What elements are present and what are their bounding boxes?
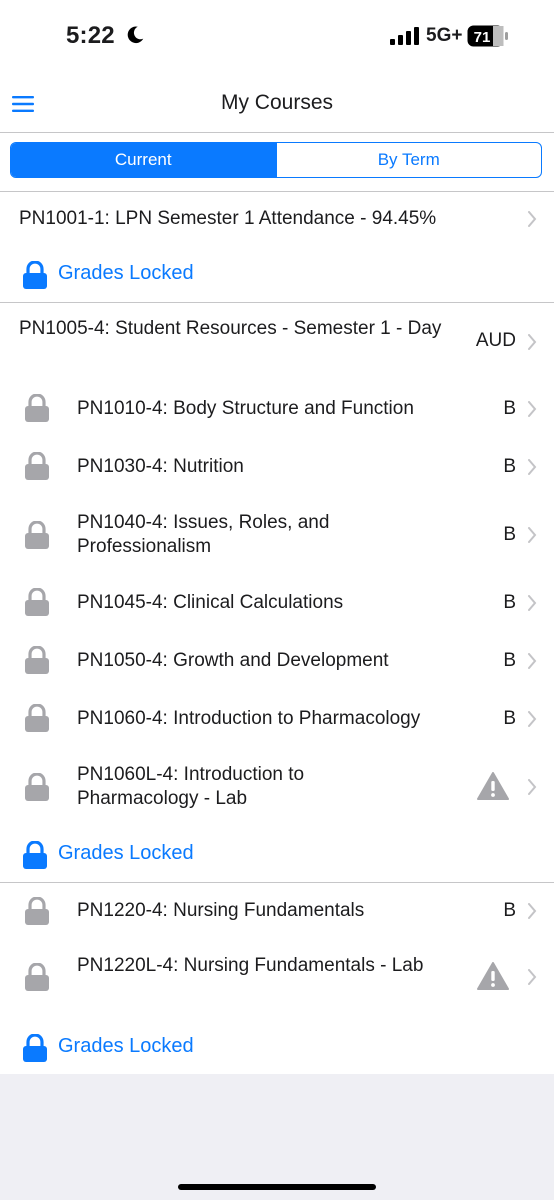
- lock-icon: [25, 646, 49, 674]
- course-row-attendance[interactable]: PN1001-1: LPN Semester 1 Attendance - 94…: [0, 192, 554, 246]
- lock-icon: [23, 261, 47, 289]
- course-row[interactable]: PN1060L-4: Introduction to Pharmacology …: [0, 748, 554, 826]
- chevron-right-icon: [528, 711, 537, 727]
- course-grade: AUD: [475, 330, 516, 351]
- course-grade: B: [503, 900, 516, 921]
- tab-current[interactable]: Current: [11, 143, 276, 177]
- course-row[interactable]: PN1040-4: Issues, Roles, and Professiona…: [0, 496, 554, 574]
- course-title: PN1060L-4: Introduction to Pharmacology …: [77, 764, 305, 809]
- battery-level: 71: [474, 29, 491, 46]
- course-list: PN1001-1: LPN Semester 1 Attendance - 94…: [0, 192, 554, 1077]
- course-title: PN1030-4: Nutrition: [77, 456, 244, 477]
- course-grade: B: [503, 456, 516, 477]
- signal-icon: [390, 27, 419, 45]
- segment-bar: Current By Term: [0, 133, 554, 192]
- course-title: PN1010-4: Body Structure and Function: [77, 398, 414, 419]
- course-title: PN1040-4: Issues, Roles, and Professiona…: [77, 512, 330, 557]
- chevron-right-icon: [528, 595, 537, 611]
- chevron-right-icon: [528, 459, 537, 475]
- course-row[interactable]: PN1060-4: Introduction to Pharmacology B: [0, 690, 554, 748]
- page-title: My Courses: [220, 91, 334, 114]
- course-row[interactable]: PN1220-4: Nursing Fundamentals B: [0, 883, 554, 939]
- lock-icon: [25, 897, 49, 925]
- list-footer-background: [0, 1074, 554, 1200]
- lock-icon: [25, 704, 49, 732]
- course-row[interactable]: PN1050-4: Growth and Development B: [0, 632, 554, 690]
- navigation-bar: My Courses: [0, 76, 554, 133]
- chevron-right-icon: [528, 334, 537, 350]
- warning-icon: [477, 962, 509, 990]
- course-row-student-resources[interactable]: PN1005-4: Student Resources - Semester 1…: [0, 303, 554, 380]
- course-grade: B: [503, 708, 516, 729]
- lock-icon: [23, 841, 47, 869]
- grades-locked-row: Grades Locked: [0, 1019, 554, 1076]
- lock-icon: [25, 521, 49, 549]
- course-row[interactable]: PN1010-4: Body Structure and Function B: [0, 380, 554, 438]
- lock-icon: [25, 773, 49, 801]
- network-type: 5G+: [426, 25, 463, 46]
- chevron-right-icon: [528, 969, 537, 985]
- course-row[interactable]: PN1220L-4: Nursing Fundamentals - Lab: [0, 939, 554, 1019]
- grades-locked-label: Grades Locked: [58, 262, 194, 284]
- course-grade: B: [503, 398, 516, 419]
- chevron-right-icon: [528, 401, 537, 417]
- status-time: 5:22: [66, 22, 115, 49]
- course-title: PN1005-4: Student Resources - Semester 1…: [19, 318, 442, 339]
- course-row[interactable]: PN1030-4: Nutrition B: [0, 438, 554, 496]
- grades-locked-label: Grades Locked: [58, 842, 194, 864]
- grades-locked-row: Grades Locked: [0, 246, 554, 302]
- chevron-right-icon: [528, 653, 537, 669]
- course-title: PN1045-4: Clinical Calculations: [77, 592, 344, 613]
- battery-icon: 71: [467, 25, 508, 47]
- grades-locked-label: Grades Locked: [58, 1035, 194, 1057]
- lock-icon: [25, 588, 49, 616]
- lock-icon: [23, 1034, 47, 1062]
- segmented-control: Current By Term: [10, 142, 542, 178]
- home-indicator[interactable]: [178, 1184, 376, 1190]
- chevron-right-icon: [528, 903, 537, 919]
- course-title: PN1220L-4: Nursing Fundamentals - Lab: [77, 955, 424, 976]
- lock-icon: [25, 452, 49, 480]
- chevron-right-icon: [528, 527, 537, 543]
- tab-by-term[interactable]: By Term: [275, 143, 542, 177]
- status-bar: 5:22 5G+ 71: [0, 0, 554, 76]
- lock-icon: [25, 963, 49, 991]
- course-title: PN1060-4: Introduction to Pharmacology: [77, 708, 421, 729]
- course-grade: B: [503, 592, 516, 613]
- course-title: PN1001-1: LPN Semester 1 Attendance - 94…: [19, 208, 437, 229]
- course-title: PN1220-4: Nursing Fundamentals: [77, 900, 365, 921]
- course-row[interactable]: PN1045-4: Clinical Calculations B: [0, 574, 554, 632]
- moon-icon: [127, 26, 144, 44]
- course-grade: B: [503, 650, 516, 671]
- chevron-right-icon: [528, 211, 537, 227]
- lock-icon: [25, 394, 49, 422]
- chevron-right-icon: [528, 779, 537, 795]
- warning-icon: [477, 772, 509, 800]
- grades-locked-row: Grades Locked: [0, 826, 554, 882]
- course-grade: B: [503, 524, 516, 545]
- course-title: PN1050-4: Growth and Development: [77, 650, 389, 671]
